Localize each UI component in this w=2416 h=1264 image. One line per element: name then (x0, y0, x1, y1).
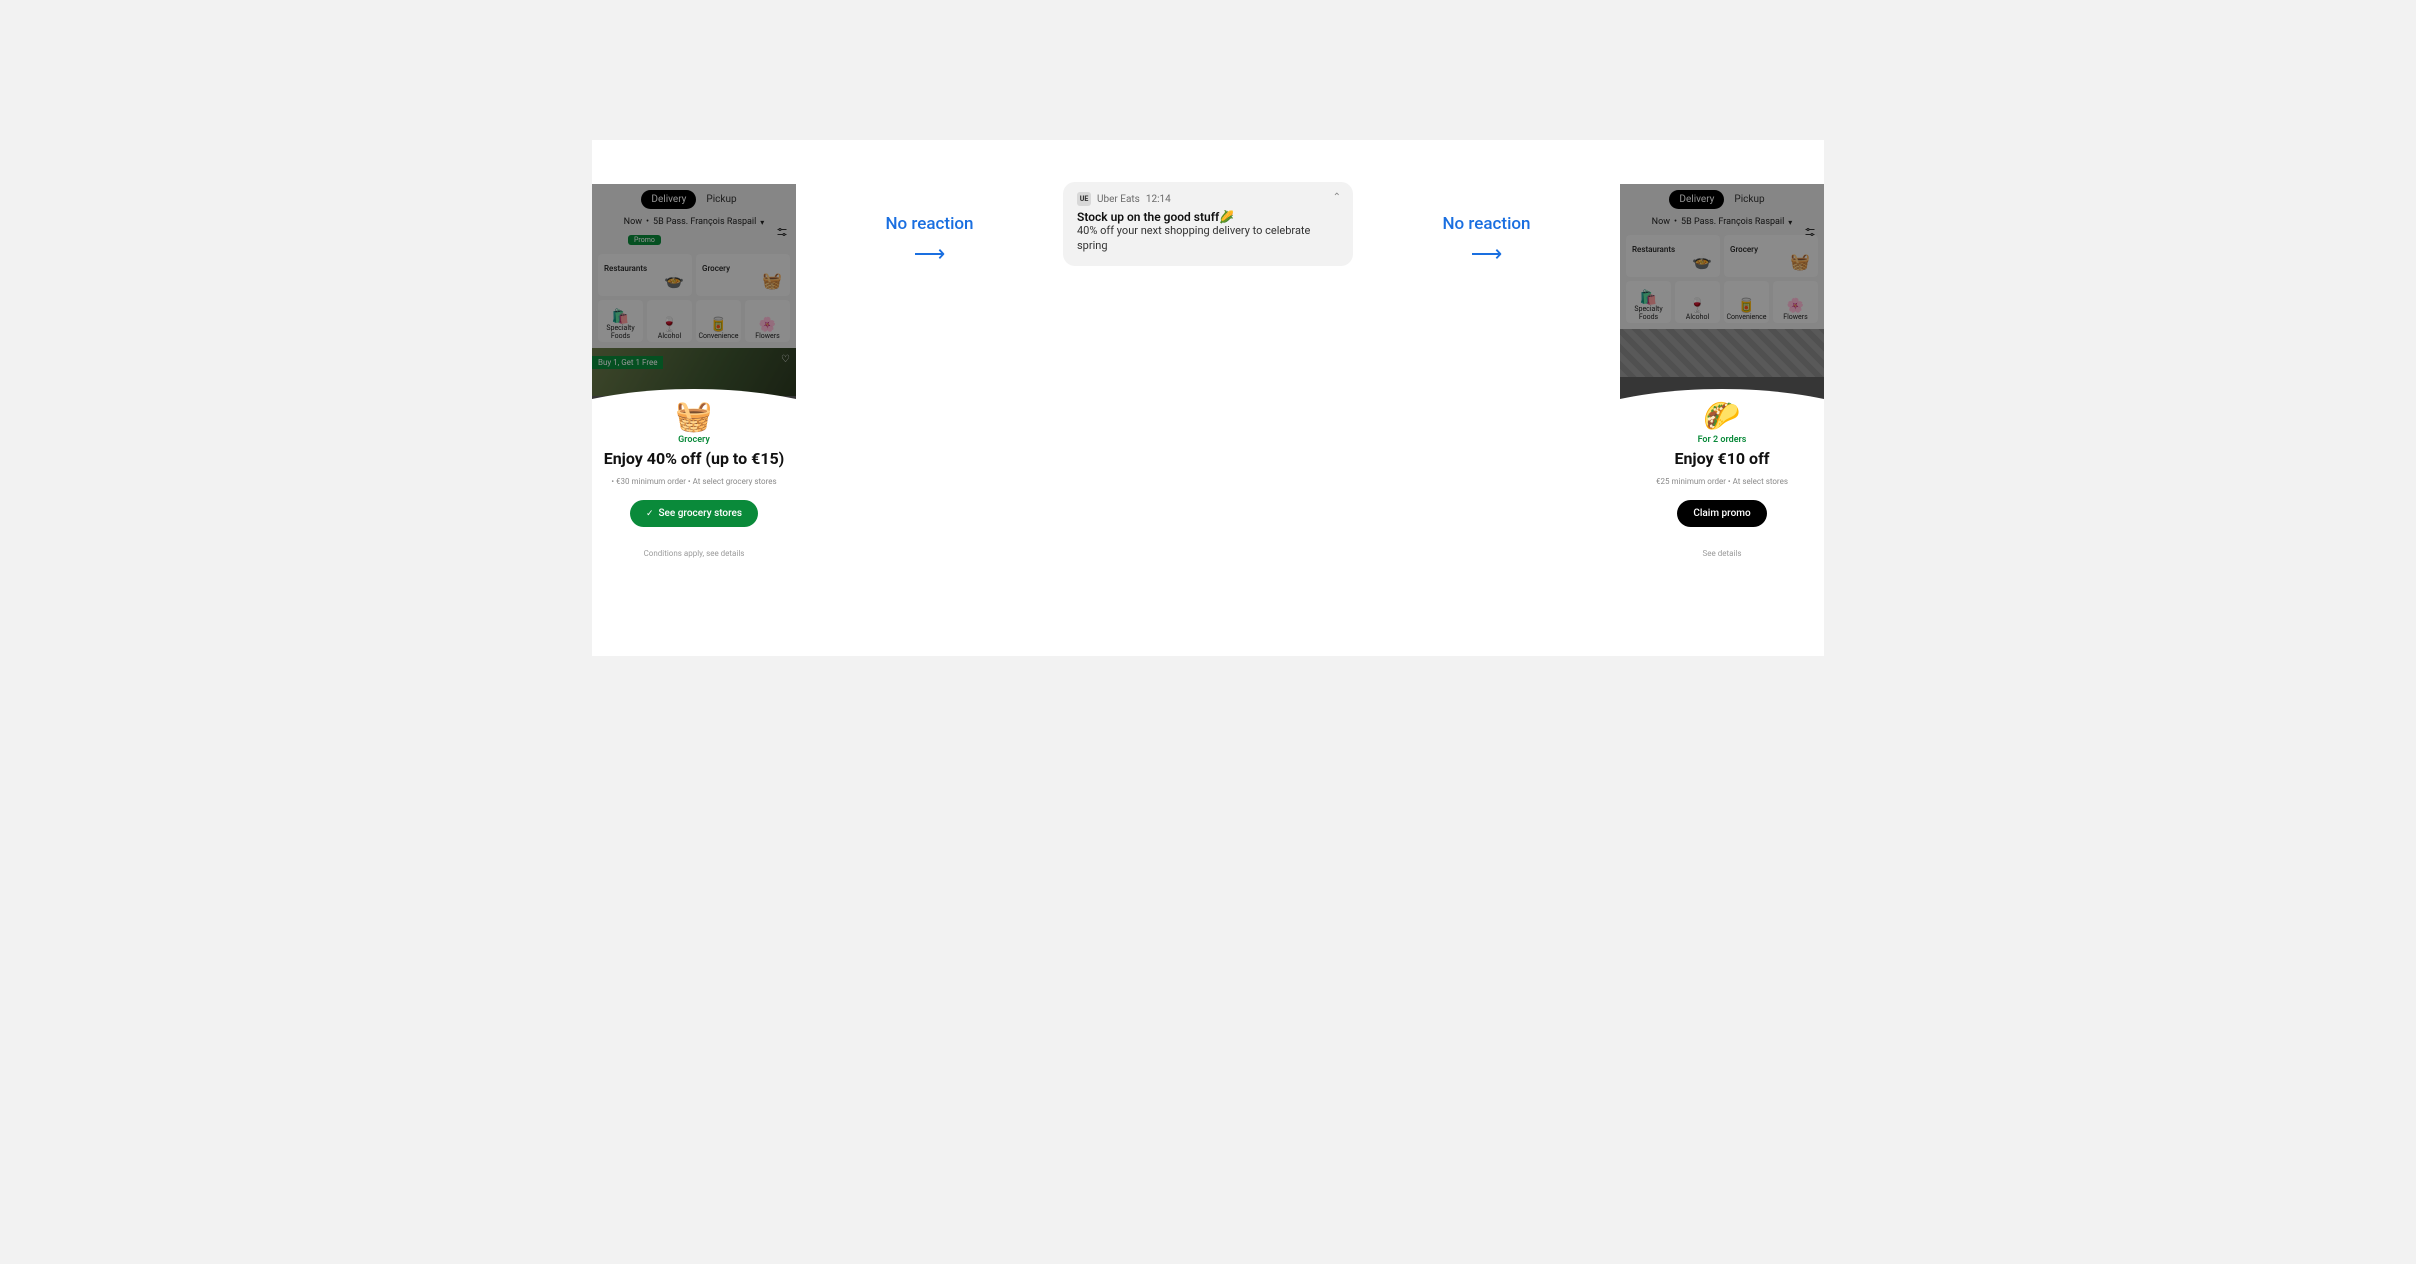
taco-icon: 🌮 (1703, 399, 1740, 434)
flowers-icon: 🌸 (1787, 299, 1804, 313)
tab-pickup[interactable]: Pickup (696, 190, 746, 209)
tab-pickup[interactable]: Pickup (1724, 190, 1774, 209)
flow-label: No reaction (885, 214, 973, 234)
phone-mock-left: Delivery Pickup Now • 5B Pass. François … (592, 184, 796, 419)
delivery-pickup-segmented: Delivery Pickup (1626, 190, 1818, 209)
hero-banner (1620, 329, 1824, 377)
push-notification[interactable]: UE Uber Eats 12:14 ⌃ Stock up on the goo… (1063, 182, 1353, 266)
grocery-icon: 🧺 (762, 273, 782, 289)
diagram-canvas: Delivery Pickup Now • 5B Pass. François … (592, 140, 1824, 656)
notification-app-name: Uber Eats (1097, 194, 1140, 205)
address-text: 5B Pass. François Raspail (1681, 217, 1784, 227)
category-grocery[interactable]: Grocery 🧺 (1724, 235, 1818, 277)
arrow-right-icon: ⟶ (914, 242, 946, 267)
category-flowers[interactable]: 🌸 Flowers (745, 300, 790, 342)
cta-label: See grocery stores (658, 508, 742, 519)
grocery-icon: 🧺 (1790, 254, 1810, 270)
flow-step-1: No reaction ⟶ (865, 214, 995, 267)
convenience-icon: 🥫 (710, 318, 727, 332)
address-text: 5B Pass. François Raspail (653, 217, 756, 227)
promo-sheet-left: 🧺 Grocery Enjoy 40% off (up to €15) • €3… (592, 389, 796, 566)
flow-step-2: No reaction ⟶ (1422, 214, 1552, 267)
filter-icon[interactable] (776, 226, 788, 241)
category-grid: Restaurants 🍲 Grocery 🧺 🛍️ Specialty Foo… (592, 250, 796, 348)
cta-label: Claim promo (1693, 508, 1750, 519)
flowers-icon: 🌸 (759, 318, 776, 332)
tab-delivery[interactable]: Delivery (1669, 190, 1724, 209)
category-convenience[interactable]: 🥫 Convenience (1724, 281, 1769, 323)
filter-icon[interactable] (1804, 226, 1816, 241)
sheet-footer-link[interactable]: Conditions apply, see details (602, 549, 786, 558)
category-convenience[interactable]: 🥫 Convenience (696, 300, 741, 342)
chevron-down-icon: ▾ (760, 218, 764, 227)
app-icon: UE (1077, 192, 1091, 206)
category-grocery[interactable]: Grocery 🧺 (696, 254, 790, 296)
see-grocery-stores-button[interactable]: ✓ See grocery stores (630, 500, 758, 527)
flow-label: No reaction (1442, 214, 1530, 234)
category-grid: Restaurants 🍲 Grocery 🧺 🛍️ Specialty Foo… (1620, 231, 1824, 329)
category-restaurants[interactable]: Restaurants 🍲 (1626, 235, 1720, 277)
bogo-badge: Buy 1, Get 1 Free (592, 356, 663, 369)
chevron-down-icon: ▾ (1788, 218, 1792, 227)
notification-time: 12:14 (1146, 194, 1171, 205)
sheet-title: Enjoy 40% off (up to €15) (602, 449, 786, 469)
category-restaurants[interactable]: Restaurants 🍲 (598, 254, 692, 296)
sheet-eyebrow: Grocery (602, 435, 786, 445)
promo-chip: Promo (628, 235, 661, 245)
alcohol-icon: 🍷 (661, 318, 678, 332)
address-prefix: Now (624, 217, 642, 227)
category-flowers[interactable]: 🌸 Flowers (1773, 281, 1818, 323)
heart-icon[interactable]: ♡ (781, 354, 790, 365)
sheet-eyebrow: For 2 orders (1630, 435, 1814, 445)
category-specialty[interactable]: 🛍️ Specialty Foods (1626, 281, 1671, 323)
claim-promo-button[interactable]: Claim promo (1677, 500, 1766, 527)
arrow-right-icon: ⟶ (1471, 242, 1503, 267)
address-selector[interactable]: Now • 5B Pass. François Raspail ▾ (1626, 217, 1818, 227)
notification-title: Stock up on the good stuff🌽 (1077, 210, 1339, 224)
category-specialty[interactable]: 🛍️ Specialty Foods (598, 300, 643, 342)
check-icon: ✓ (646, 509, 654, 519)
address-prefix: Now (1652, 217, 1670, 227)
phone-mock-right: Delivery Pickup Now • 5B Pass. François … (1620, 184, 1824, 419)
sheet-subtitle: • €30 minimum order • At select grocery … (602, 477, 786, 486)
restaurants-icon: 🍲 (664, 273, 684, 289)
specialty-icon: 🛍️ (612, 310, 629, 324)
convenience-icon: 🥫 (1738, 299, 1755, 313)
sheet-subtitle: €25 minimum order • At select stores (1630, 477, 1814, 486)
sheet-title: Enjoy €10 off (1630, 449, 1814, 469)
chevron-up-icon[interactable]: ⌃ (1333, 192, 1341, 203)
address-selector[interactable]: Now • 5B Pass. François Raspail ▾ (598, 217, 790, 227)
alcohol-icon: 🍷 (1689, 299, 1706, 313)
specialty-icon: 🛍️ (1640, 291, 1657, 305)
basket-icon: 🧺 (675, 399, 712, 434)
restaurants-icon: 🍲 (1692, 254, 1712, 270)
category-alcohol[interactable]: 🍷 Alcohol (647, 300, 692, 342)
promo-sheet-right: 🌮 For 2 orders Enjoy €10 off €25 minimum… (1620, 389, 1824, 566)
delivery-pickup-segmented: Delivery Pickup (598, 190, 790, 209)
category-alcohol[interactable]: 🍷 Alcohol (1675, 281, 1720, 323)
tab-delivery[interactable]: Delivery (641, 190, 696, 209)
notification-body: 40% off your next shopping delivery to c… (1077, 224, 1339, 254)
sheet-footer-link[interactable]: See details (1630, 549, 1814, 558)
